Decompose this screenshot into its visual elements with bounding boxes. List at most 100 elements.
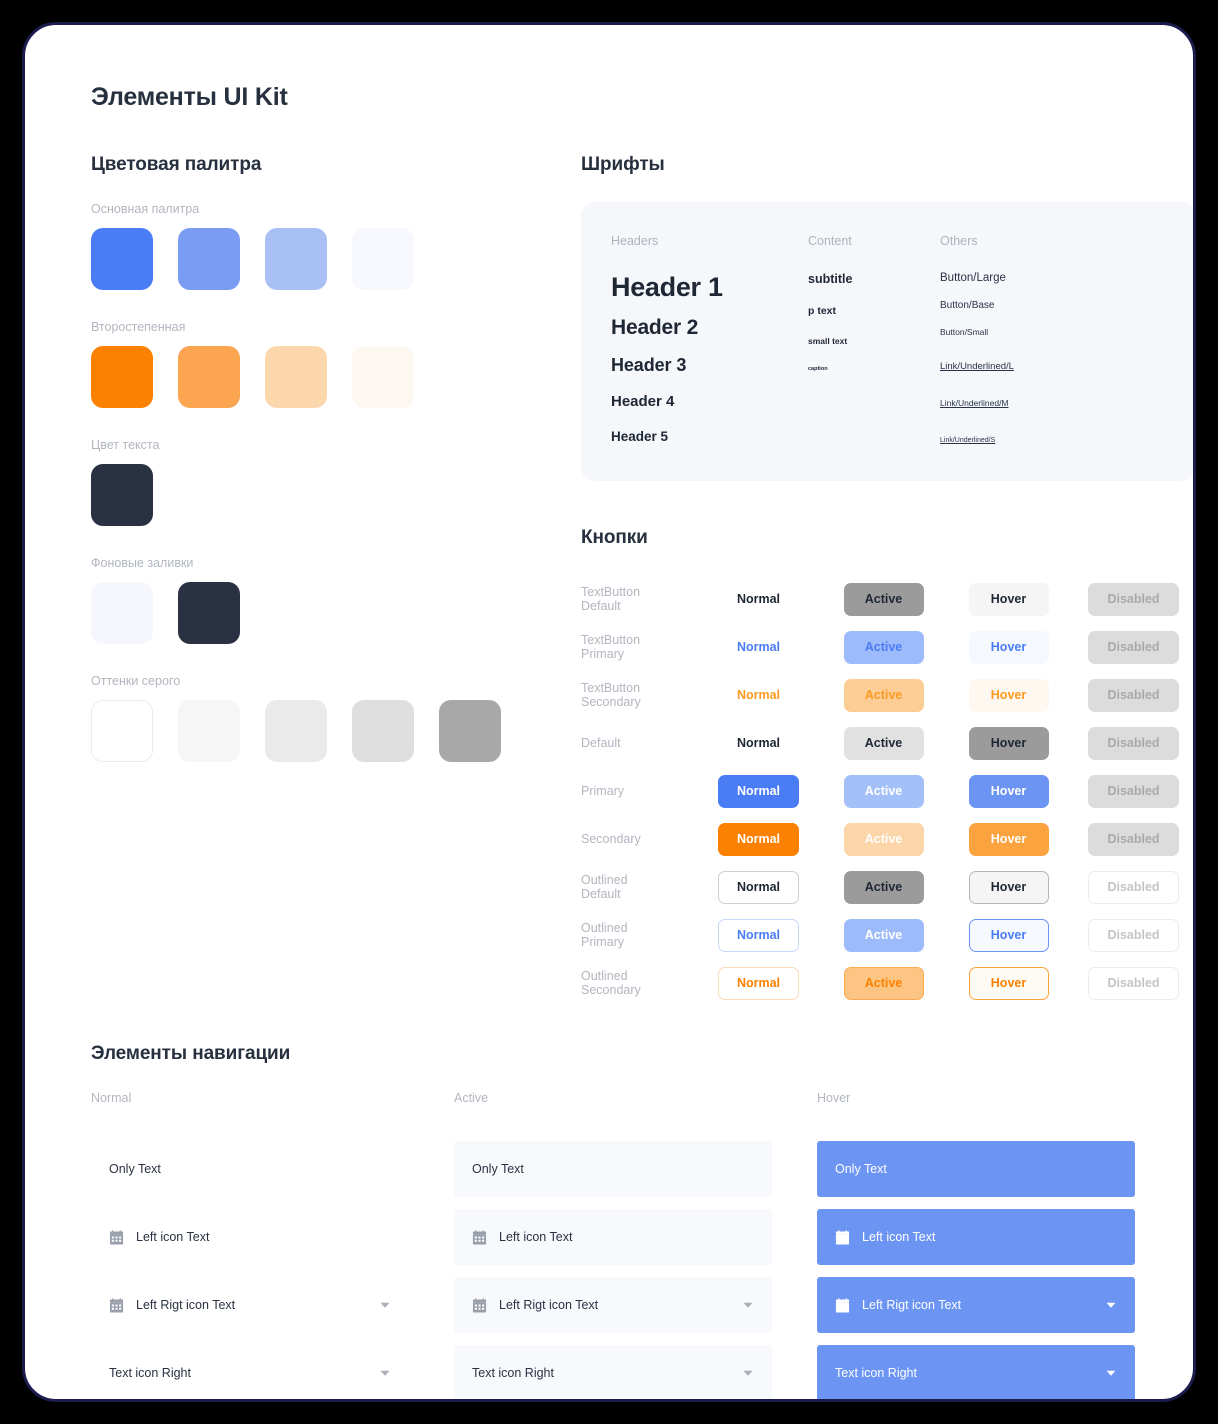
demo-button[interactable]: Hover <box>968 870 1049 904</box>
button-cell: Active <box>821 966 946 1000</box>
demo-button[interactable]: Hover <box>968 966 1049 1000</box>
chevron-down-icon[interactable] <box>742 1299 754 1311</box>
demo-button[interactable]: Disabled <box>1088 678 1179 712</box>
color-swatch[interactable] <box>178 582 240 644</box>
demo-button[interactable]: Hover <box>968 678 1049 712</box>
demo-button[interactable]: Normal <box>717 918 800 952</box>
demo-button[interactable]: Hover <box>968 918 1049 952</box>
nav-item[interactable]: Only Text <box>454 1141 772 1197</box>
palette-group-label: Оттенки серого <box>91 674 181 688</box>
nav-item[interactable]: Only Text <box>91 1141 409 1197</box>
chevron-down-icon[interactable] <box>379 1367 391 1379</box>
color-swatch[interactable] <box>352 346 414 408</box>
color-swatch[interactable] <box>265 228 327 290</box>
chevron-down-icon[interactable] <box>1105 1299 1117 1311</box>
demo-button[interactable]: Active <box>843 774 924 808</box>
color-swatch[interactable] <box>178 700 240 762</box>
sample-link-medium[interactable]: Link/Underlined/M <box>940 398 1009 408</box>
color-swatch[interactable] <box>91 346 153 408</box>
chevron-down-icon-svg <box>1106 1302 1116 1308</box>
demo-button[interactable]: Normal <box>718 583 799 616</box>
demo-button[interactable]: Active <box>843 870 924 904</box>
demo-button[interactable]: Active <box>843 678 924 712</box>
color-swatch[interactable] <box>91 228 153 290</box>
sample-button-large: Button/Large <box>940 272 1006 284</box>
demo-button[interactable]: Normal <box>718 679 799 712</box>
button-cell: Hover <box>946 582 1071 616</box>
color-swatch[interactable] <box>352 228 414 290</box>
sample-link-small[interactable]: Link/Underlined/S <box>940 437 995 444</box>
nav-item-label: Left icon Text <box>499 1230 573 1244</box>
nav-item[interactable]: Text icon Right <box>454 1345 772 1399</box>
nav-item[interactable]: Only Text <box>817 1141 1135 1197</box>
demo-button[interactable]: Disabled <box>1088 918 1179 952</box>
demo-button[interactable]: Normal <box>717 774 800 808</box>
demo-button[interactable]: Normal <box>717 870 800 904</box>
nav-item[interactable]: Left Rigt icon Text <box>454 1277 772 1333</box>
demo-button[interactable]: Normal <box>718 727 799 760</box>
nav-item-label: Left Rigt icon Text <box>499 1298 599 1312</box>
chevron-down-icon[interactable] <box>1105 1367 1117 1379</box>
color-swatch[interactable] <box>91 582 153 644</box>
demo-button[interactable]: Active <box>843 726 924 760</box>
chevron-down-icon[interactable] <box>379 1299 391 1311</box>
demo-button[interactable]: Hover <box>968 630 1049 664</box>
demo-button[interactable]: Disabled <box>1088 726 1179 760</box>
button-cell: Active <box>821 582 946 616</box>
navigation-column: Hover Only Text Left icon Text Left Rigt ic… <box>817 1091 1135 1399</box>
sample-subtitle: subtitle <box>808 272 853 286</box>
sample-link-l-wrap: Link/Underlined/L <box>940 356 1120 393</box>
nav-item[interactable]: Text icon Right <box>817 1345 1135 1399</box>
demo-button[interactable]: Active <box>843 966 924 1000</box>
nav-item[interactable]: Left Rigt icon Text <box>91 1277 409 1333</box>
button-cell: Normal <box>696 774 821 808</box>
chevron-down-icon[interactable] <box>742 1367 754 1379</box>
color-swatch[interactable] <box>91 700 153 762</box>
navigation-section: Элементы навигации Normal Only Text Left i… <box>91 1043 1135 1399</box>
button-cell: Hover <box>946 966 1071 1000</box>
color-swatch[interactable] <box>91 464 153 526</box>
demo-button[interactable]: Normal <box>717 822 800 856</box>
button-cell: Disabled <box>1071 726 1193 760</box>
demo-button[interactable]: Hover <box>968 582 1049 616</box>
nav-item[interactable]: Text icon Right <box>91 1345 409 1399</box>
demo-button[interactable]: Disabled <box>1088 582 1179 616</box>
nav-item[interactable]: Left icon Text <box>817 1209 1135 1265</box>
button-row: Outlined Secondary Normal Active Hover Disabl… <box>581 959 1193 1007</box>
button-row-label: Secondary <box>581 832 641 846</box>
sample-p-text: p text <box>808 305 837 317</box>
fonts-column-others: Others Button/Large Button/Base Button/S… <box>940 234 1120 447</box>
button-cell: Normal <box>696 727 821 760</box>
sample-caption: caption <box>808 366 828 372</box>
color-swatch[interactable] <box>178 346 240 408</box>
demo-button[interactable]: Disabled <box>1088 870 1179 904</box>
color-swatch[interactable] <box>265 700 327 762</box>
nav-item[interactable]: Left icon Text <box>91 1209 409 1265</box>
button-row: Primary Normal Active Hover Disabled <box>581 767 1193 815</box>
button-cell: Hover <box>946 918 1071 952</box>
sample-link-large[interactable]: Link/Underlined/L <box>940 361 1014 372</box>
demo-button[interactable]: Active <box>843 918 924 952</box>
nav-item[interactable]: Left icon Text <box>454 1209 772 1265</box>
demo-button[interactable]: Disabled <box>1088 822 1179 856</box>
button-row-label: Outlined Primary <box>581 921 628 949</box>
demo-button[interactable]: Hover <box>968 726 1049 760</box>
demo-button[interactable]: Disabled <box>1088 774 1179 808</box>
color-swatch[interactable] <box>439 700 501 762</box>
demo-button[interactable]: Active <box>843 822 924 856</box>
demo-button[interactable]: Disabled <box>1088 630 1179 664</box>
color-swatch[interactable] <box>265 346 327 408</box>
demo-button[interactable]: Disabled <box>1088 966 1179 1000</box>
demo-button[interactable]: Normal <box>718 631 799 664</box>
color-swatch[interactable] <box>178 228 240 290</box>
demo-button[interactable]: Hover <box>968 774 1049 808</box>
palette-groups: Основная палитра Второстепенная Цвет текст… <box>91 202 581 762</box>
demo-button[interactable]: Hover <box>968 822 1049 856</box>
color-swatch[interactable] <box>352 700 414 762</box>
palette-group-label: Второстепенная <box>91 320 186 334</box>
nav-item-label: Text icon Right <box>472 1366 554 1380</box>
demo-button[interactable]: Active <box>843 582 924 616</box>
demo-button[interactable]: Active <box>843 630 924 664</box>
demo-button[interactable]: Normal <box>717 966 800 1000</box>
nav-item[interactable]: Left Rigt icon Text <box>817 1277 1135 1333</box>
